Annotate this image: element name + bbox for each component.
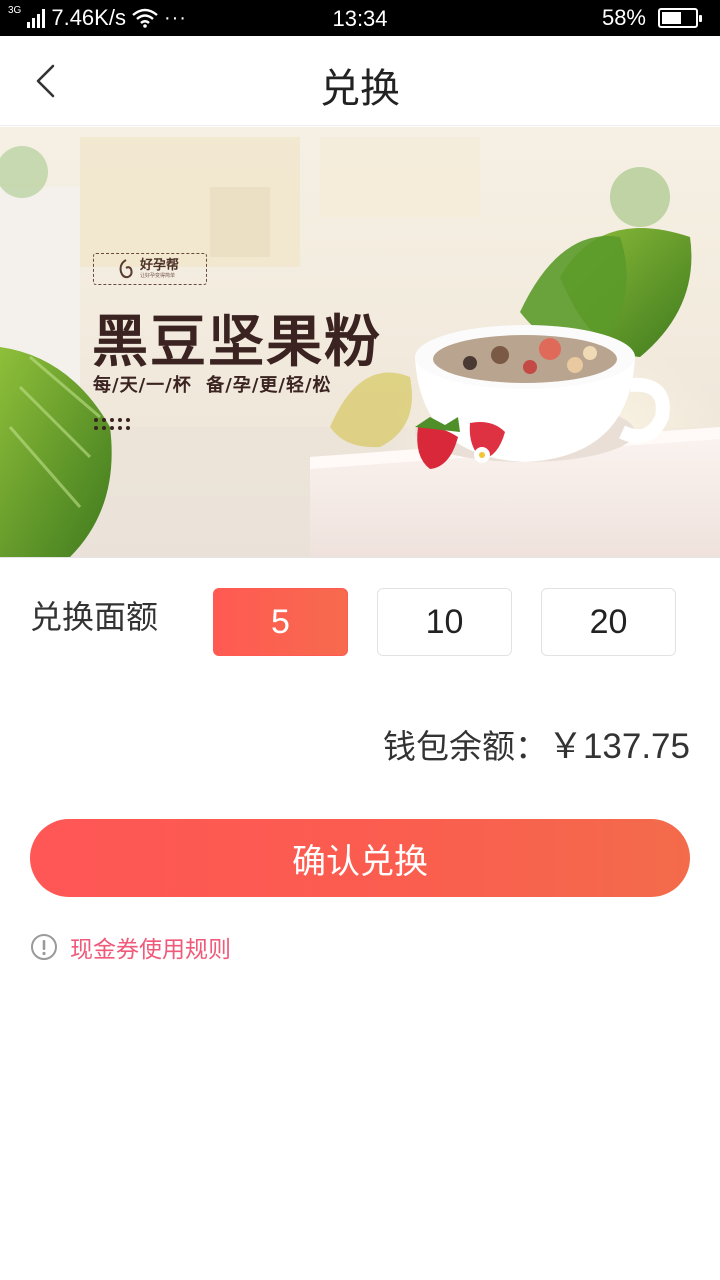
amount-option-5[interactable]: 5: [213, 588, 348, 656]
wallet-balance-label: 钱包余额：: [382, 727, 548, 766]
brand-logo: 好孕帮 让好孕变得简单: [93, 253, 207, 285]
wallet-balance-amount: ￥137.75: [547, 727, 690, 766]
coupon-rules-text: 现金券使用规则: [70, 937, 231, 963]
banner-headline: 黑豆坚果粉: [92, 310, 382, 375]
amount-option-10[interactable]: 10: [377, 588, 512, 656]
battery-icon: [658, 8, 702, 28]
promo-banner[interactable]: 好孕帮 让好孕变得简单 黑豆坚果粉 每/天/一/杯 备/孕/更/轻/松: [0, 127, 720, 557]
status-bar: 3G 7.46K/s ··· 13:34 58%: [0, 0, 720, 36]
amount-label: 兑换面额: [30, 598, 159, 636]
coupon-rules-link[interactable]: 现金券使用规则: [30, 930, 231, 964]
divider: [0, 557, 720, 558]
banner-slogan: 每/天/一/杯 备/孕/更/轻/松: [93, 375, 332, 396]
brand-tagline: 让好孕变得简单: [140, 273, 176, 279]
page-title: 兑换: [320, 66, 400, 112]
amount-option-20[interactable]: 20: [541, 588, 676, 656]
battery-percent: 58%: [601, 5, 646, 30]
dots-decoration: [94, 418, 130, 430]
wallet-balance: 钱包余额：￥137.75: [383, 718, 690, 769]
info-circle-icon: [31, 934, 57, 960]
brand-icon: [119, 259, 133, 279]
nav-bar: 兑换: [0, 36, 720, 126]
brand-name: 好孕帮: [140, 258, 180, 273]
confirm-exchange-button[interactable]: 确认兑换: [30, 819, 690, 897]
